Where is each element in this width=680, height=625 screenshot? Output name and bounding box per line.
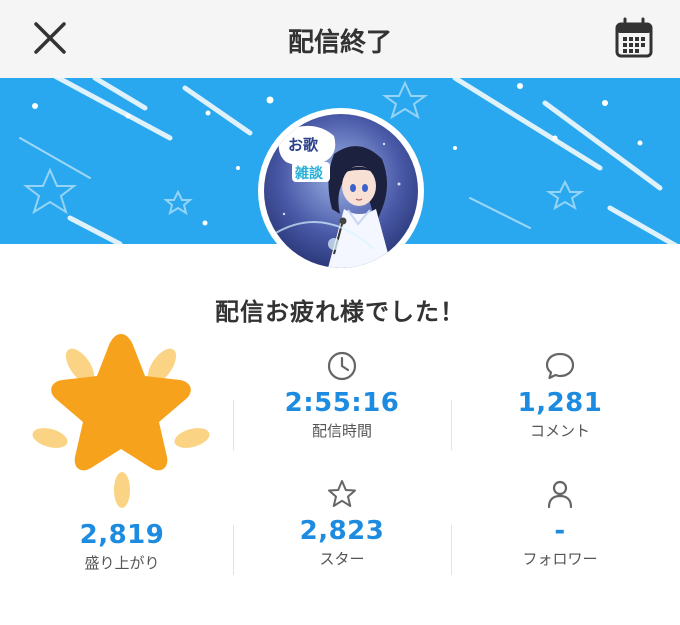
comments-value: 1,281: [517, 388, 603, 418]
avatar-caption-top: お歌: [288, 136, 319, 154]
calendar-icon: [615, 17, 653, 58]
avatar[interactable]: お歌 雑談: [258, 108, 424, 274]
duration-value: 2:55:16: [284, 388, 400, 418]
avatar-caption-bottom: 雑談: [294, 165, 324, 182]
comments-label: コメント: [529, 422, 590, 440]
person-icon: [547, 480, 573, 509]
stat-stars: 2,823 スター: [232, 478, 452, 569]
stars-value: 2,823: [299, 516, 385, 546]
comment-icon: [545, 352, 575, 380]
top-bar: 配信終了: [0, 0, 680, 78]
stat-followers: - フォロワー: [450, 478, 670, 569]
avatar-image: お歌 雑談: [264, 114, 418, 268]
excitement-value: 2,819: [79, 520, 165, 550]
followers-value: -: [554, 516, 566, 546]
stat-excitement: 2,819 盛り上がり: [12, 482, 232, 573]
duration-label: 配信時間: [311, 422, 372, 440]
clock-icon: [327, 351, 357, 381]
star-outline-icon: [328, 480, 356, 507]
thanks-message: 配信お疲れ様でした！: [215, 298, 465, 326]
followers-label: フォロワー: [522, 550, 598, 568]
excitement-label: 盛り上がり: [84, 554, 160, 572]
stat-duration: 2:55:16 配信時間: [232, 350, 452, 441]
stars-label: スター: [319, 550, 365, 568]
page-title: 配信終了: [287, 28, 392, 58]
stat-comments: 1,281 コメント: [450, 350, 670, 441]
calendar-button[interactable]: [612, 16, 656, 60]
star-burst-icon: [32, 334, 210, 508]
